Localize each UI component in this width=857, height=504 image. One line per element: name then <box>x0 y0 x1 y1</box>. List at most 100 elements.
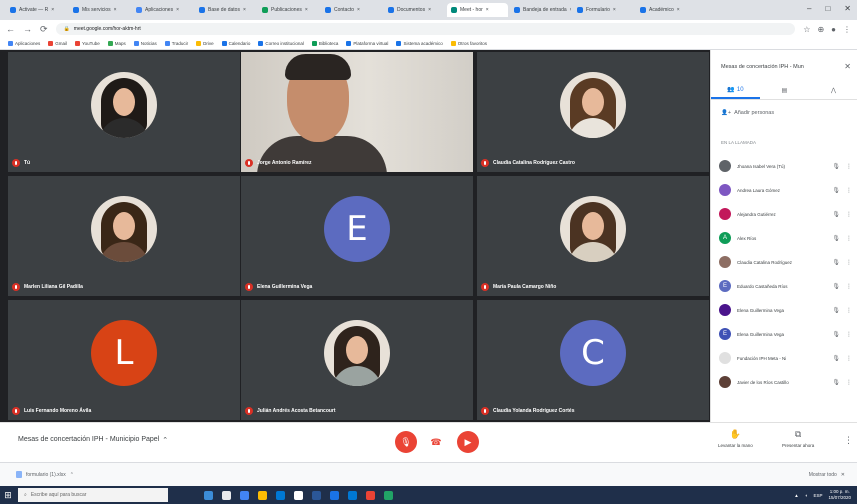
menu-icon[interactable]: ⋮ <box>843 25 851 34</box>
participant-tile[interactable]: María Paula Camargo Niño <box>477 176 709 296</box>
add-people-button[interactable]: 👤+ Añadir personas <box>721 110 774 116</box>
bookmark[interactable]: Correo institucional <box>258 41 304 46</box>
taskbar-app-icon[interactable] <box>222 490 231 500</box>
taskbar-app-icon[interactable] <box>276 490 285 500</box>
more-vert-icon[interactable]: ⋮ <box>846 163 852 170</box>
bookmark[interactable]: Gmail <box>48 41 67 46</box>
taskbar-app-icon[interactable] <box>348 490 357 500</box>
bookmark[interactable]: Noticias <box>133 41 157 46</box>
raise-hand-button[interactable]: ✋ Levantar la mano <box>718 429 753 448</box>
participant-row[interactable]: E Eduardo Castañeda Ríos 🎙 ⋮ <box>717 274 854 298</box>
close-window-icon[interactable]: ✕ <box>844 4 851 13</box>
close-tab-icon[interactable]: × <box>51 7 54 13</box>
bookmark[interactable]: Calendario <box>221 41 250 46</box>
participant-row[interactable]: E Elena Guillermina Vega 🎙 ⋮ <box>717 322 854 346</box>
mic-toggle-button[interactable]: 🎙 <box>395 431 417 453</box>
browser-tab[interactable]: Activate — R × <box>6 3 67 17</box>
star-icon[interactable]: ☆ <box>803 25 810 34</box>
participant-row[interactable]: Fundación IPH Meta - Ni 🎙 ⋮ <box>717 346 854 370</box>
forward-icon[interactable]: → <box>23 24 32 34</box>
taskbar-app-icon[interactable] <box>258 490 267 500</box>
more-vert-icon[interactable]: ⋮ <box>846 211 852 218</box>
more-vert-icon[interactable]: ⋮ <box>846 259 852 266</box>
more-vert-icon[interactable]: ⋮ <box>846 283 852 290</box>
taskbar-search[interactable]: ⌕ Escribe aquí para buscar <box>18 488 168 502</box>
bookmark[interactable]: Biblioteca <box>311 41 338 46</box>
browser-tab[interactable]: Bandeja de entrada× <box>510 3 571 17</box>
browser-tab[interactable]: Aplicaciones × <box>132 3 193 17</box>
close-downloads-icon[interactable]: ✕ <box>841 472 845 478</box>
taskbar-app-icon[interactable] <box>240 490 249 500</box>
tab-people[interactable]: 👥 10 <box>711 82 760 99</box>
close-tab-icon[interactable]: × <box>305 7 308 13</box>
participant-row[interactable]: Jhoana Isabel Vera (Tú) 🎙 ⋮ <box>717 154 854 178</box>
participant-tile[interactable]: Claudia Catalina Rodríguez Castro <box>477 52 709 172</box>
taskbar-app-icon[interactable] <box>330 490 339 500</box>
bookmark[interactable]: YouTube <box>75 41 100 46</box>
participant-tile[interactable]: Jorge Antonio Ramírez <box>241 52 473 172</box>
taskbar-app-icon[interactable] <box>366 490 375 500</box>
browser-tab[interactable]: Mis servicios × <box>69 3 130 17</box>
browser-tab[interactable]: Meet - hor × <box>447 3 508 17</box>
more-vert-icon[interactable]: ⋮ <box>846 355 852 362</box>
participant-tile[interactable]: C Claudia Yolanda Rodríguez Cortés <box>477 300 709 420</box>
show-all-downloads[interactable]: Mostrar todo <box>809 472 837 478</box>
more-vert-icon[interactable]: ⋮ <box>846 235 852 242</box>
close-tab-icon[interactable]: × <box>114 7 117 13</box>
participant-row[interactable]: Claudia Catalina Rodríguez 🎙 ⋮ <box>717 250 854 274</box>
profile-icon[interactable]: ● <box>831 25 836 34</box>
participant-row[interactable]: Elena Guillermina Vega 🎙 ⋮ <box>717 298 854 322</box>
bookmark[interactable]: Maps <box>107 41 126 46</box>
extension-icon[interactable]: ⊕ <box>817 25 824 34</box>
participant-tile[interactable]: Tú <box>8 52 240 172</box>
participant-tile[interactable]: L Luis Fernando Moreno Ávila <box>8 300 240 420</box>
language-indicator[interactable]: ESP <box>813 493 822 498</box>
participant-row[interactable]: Alejandra Gutiérrez 🎙 ⋮ <box>717 202 854 226</box>
more-options-icon[interactable]: ⋮ <box>844 435 853 446</box>
bookmark[interactable]: Sistema académico <box>396 41 443 46</box>
more-vert-icon[interactable]: ⋮ <box>846 379 852 386</box>
participant-row[interactable]: Andrea Laura Gómez 🎙 ⋮ <box>717 178 854 202</box>
bookmark[interactable]: Traducir <box>164 41 188 46</box>
browser-tab[interactable]: Académico × <box>636 3 697 17</box>
more-vert-icon[interactable]: ⋮ <box>846 307 852 314</box>
clock[interactable]: 1:00 p. m. 15/07/2020 <box>828 489 851 501</box>
url-input[interactable]: 🔒 meet.google.com/hor-aktm-hrt <box>55 23 796 35</box>
tab-activities[interactable]: ⋀ <box>809 82 857 99</box>
bookmark[interactable]: Plataforma virtual <box>346 41 388 46</box>
taskbar-app-icon[interactable] <box>384 490 393 500</box>
participant-row[interactable]: A Alex Ríos 🎙 ⋮ <box>717 226 854 250</box>
leave-call-button[interactable]: ☎ <box>425 431 447 453</box>
windows-start-icon[interactable]: ⊞ <box>0 486 16 504</box>
more-vert-icon[interactable]: ⋮ <box>846 331 852 338</box>
bookmark[interactable]: Aplicaciones <box>8 41 40 46</box>
taskbar-app-icon[interactable] <box>204 490 213 500</box>
close-tab-icon[interactable]: × <box>176 7 179 13</box>
volume-icon[interactable]: ◖ <box>805 493 808 498</box>
bookmark[interactable]: Drive <box>196 41 214 46</box>
close-tab-icon[interactable]: × <box>570 7 571 13</box>
maximize-icon[interactable]: □ <box>825 4 830 13</box>
browser-tab[interactable]: Contacto × <box>321 3 382 17</box>
camera-toggle-button[interactable]: ▶ <box>457 431 479 453</box>
reload-icon[interactable]: ⟳ <box>40 24 48 35</box>
close-tab-icon[interactable]: × <box>243 7 246 13</box>
close-tab-icon[interactable]: × <box>428 7 431 13</box>
participant-tile[interactable]: Marlen Liliana Gil Padilla <box>8 176 240 296</box>
browser-tab[interactable]: Documentos × <box>384 3 445 17</box>
close-tab-icon[interactable]: × <box>357 7 360 13</box>
close-tab-icon[interactable]: × <box>486 7 489 13</box>
minimize-icon[interactable]: – <box>807 4 811 13</box>
taskbar-app-icon[interactable] <box>294 490 303 500</box>
close-tab-icon[interactable]: × <box>613 7 616 13</box>
browser-tab[interactable]: Formulario × <box>573 3 634 17</box>
participant-tile[interactable]: Julián Andrés Acosta Betancourt <box>241 300 473 420</box>
download-item[interactable]: formulario (1).xlsx ⌃ <box>16 471 74 478</box>
tab-chat[interactable]: ▤ <box>760 82 809 99</box>
browser-tab[interactable]: Base de datos × <box>195 3 256 17</box>
taskbar-app-icon[interactable] <box>312 490 321 500</box>
bookmark[interactable]: Otros favoritos <box>450 41 487 46</box>
close-tab-icon[interactable]: × <box>677 7 680 13</box>
present-now-button[interactable]: ⧉ Presentar ahora <box>782 429 814 448</box>
more-vert-icon[interactable]: ⋮ <box>846 187 852 194</box>
